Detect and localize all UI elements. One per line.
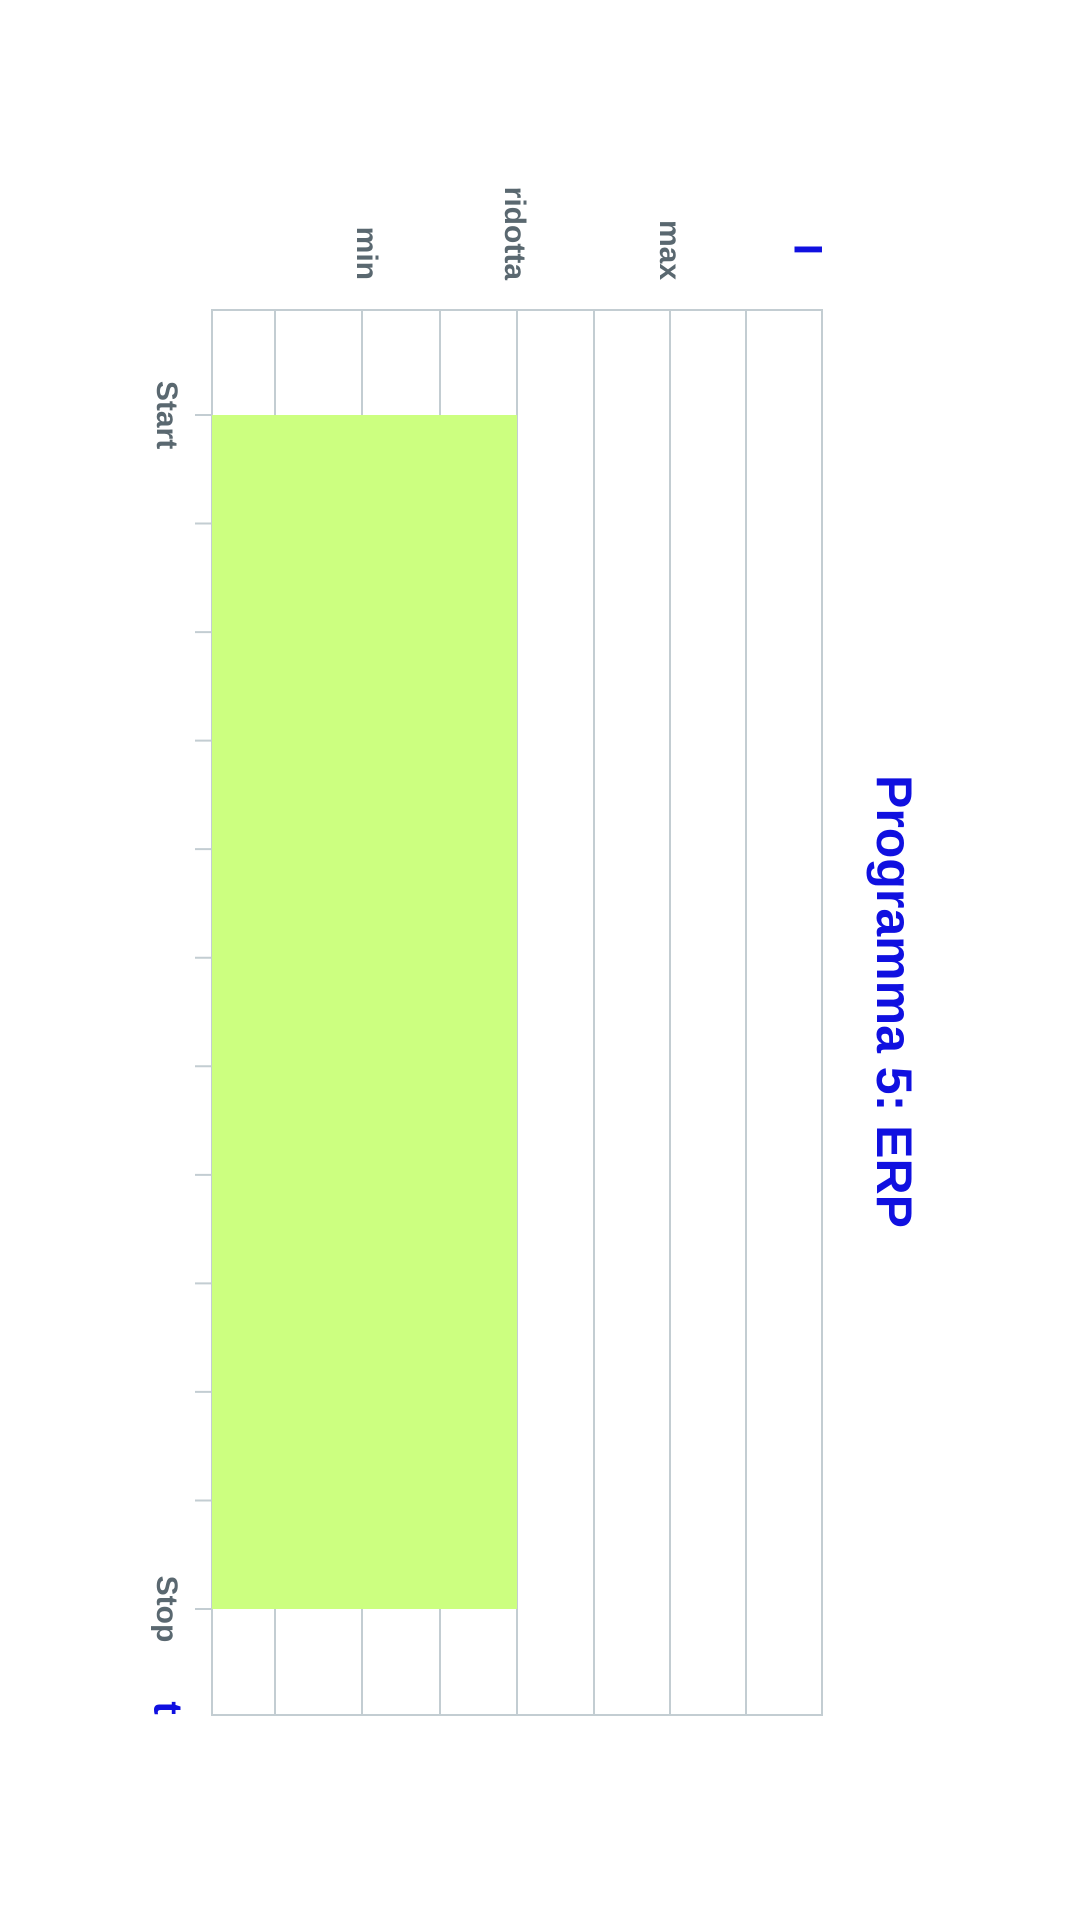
x-tick-label-stop: Stop — [150, 1576, 183, 1643]
series-area-fill — [212, 415, 517, 1609]
y-axis-label: I — [785, 244, 829, 255]
chart-title: Programma 5: ERP — [866, 775, 922, 1228]
x-axis-label: t — [145, 1701, 189, 1714]
chart-stage: Programma 5: ERP Imin ridotta max Start Stop t — [0, 0, 1080, 1920]
x-tick-label-start: Start — [150, 381, 183, 449]
y-tick-label-max: max — [653, 220, 686, 280]
chart-svg: Programma 5: ERP Imin ridotta max Start Stop t — [145, 187, 922, 1716]
y-tick-label-ridotta: ridotta — [498, 187, 531, 281]
y-tick-label-min: min — [350, 227, 383, 280]
